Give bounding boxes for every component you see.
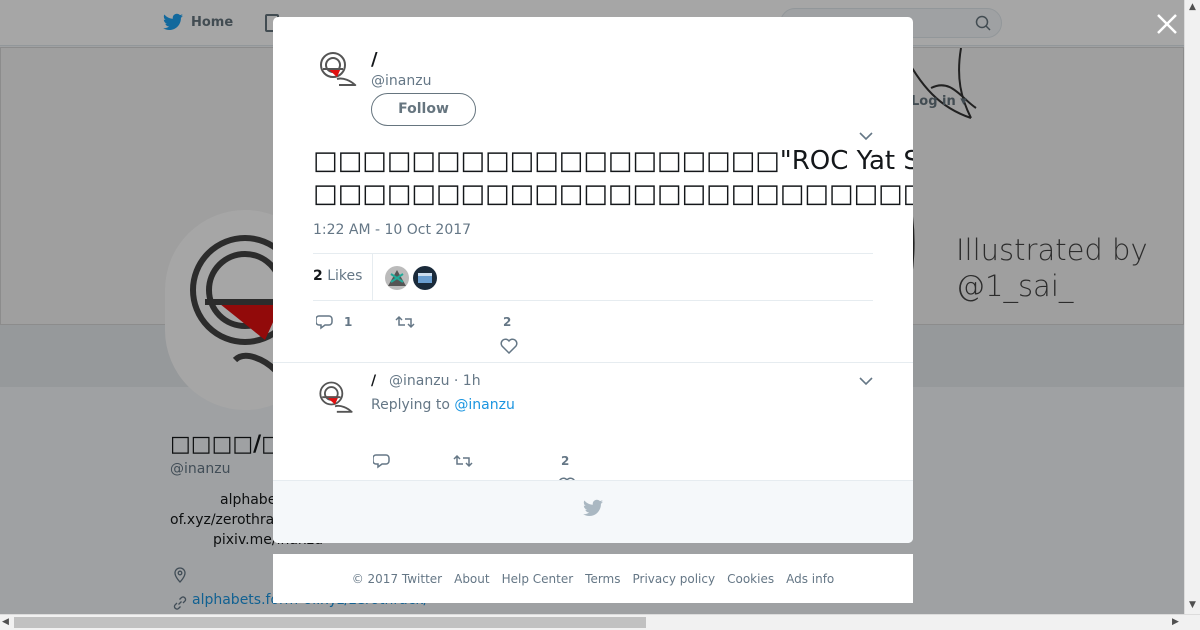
reply-icon[interactable]: [316, 314, 334, 330]
reply-like-count: 2: [561, 454, 570, 468]
horizontal-scrollbar[interactable]: ◀ ▶: [0, 614, 1200, 630]
reply-count: 1: [344, 315, 353, 329]
author-avatar[interactable]: [313, 47, 361, 95]
reply-divider: [273, 362, 913, 363]
footer-link-terms[interactable]: Terms: [585, 572, 620, 586]
follow-button[interactable]: Follow: [371, 93, 476, 126]
stats-divider: [372, 254, 373, 300]
author-handle[interactable]: @inanzu: [371, 73, 431, 89]
scroll-up-arrow-icon[interactable]: ▲: [1189, 2, 1196, 12]
scroll-left-arrow-icon[interactable]: ◀: [2, 617, 9, 627]
replying-handle-link[interactable]: @inanzu: [454, 397, 514, 413]
footer-copyright: © 2017 Twitter: [351, 571, 443, 586]
page-footer: © 2017 Twitter About Help Center Terms P…: [273, 554, 913, 603]
replying-prefix: Replying to: [371, 397, 450, 413]
reply-icon[interactable]: [373, 453, 391, 469]
footer-link-privacy[interactable]: Privacy policy: [633, 572, 716, 586]
tweet-stats: 2 Likes: [313, 253, 873, 301]
liker-avatar[interactable]: [413, 266, 437, 290]
retweet-icon[interactable]: [395, 314, 415, 330]
tweet-text-line2: □□□□□□□□□□□□□□□□□□□□□□□□□□□□□□□□: [313, 179, 913, 209]
likes-stat[interactable]: 2 Likes: [313, 268, 362, 284]
tweet-modal: / @inanzu Follow □□□□□□□□□□□□□□□□□□□"ROC…: [273, 17, 913, 543]
replying-to: Replying to @inanzu: [371, 397, 515, 413]
likes-label: Likes: [327, 268, 363, 284]
vertical-scrollbar[interactable]: ▲ ▼: [1184, 0, 1200, 614]
horizontal-scrollbar-thumb[interactable]: [14, 617, 646, 628]
liker-avatar[interactable]: [385, 266, 409, 290]
reply-author-meta[interactable]: @inanzu · 1h: [389, 373, 481, 389]
tweet-text-line1: □□□□□□□□□□□□□□□□□□□"ROC Yat Sen"□□□□□□□□…: [313, 146, 913, 176]
scroll-down-arrow-icon[interactable]: ▼: [1189, 600, 1196, 610]
reply-author-name[interactable]: /: [371, 373, 376, 389]
likes-number: 2: [313, 268, 323, 284]
like-count: 2: [503, 315, 512, 329]
retweet-icon[interactable]: [453, 453, 473, 469]
footer-link-cookies[interactable]: Cookies: [727, 572, 774, 586]
scroll-right-arrow-icon[interactable]: ▶: [1172, 617, 1179, 627]
twitter-bird-icon: [583, 499, 603, 516]
close-icon[interactable]: [1154, 11, 1180, 37]
footer-link-ads-info[interactable]: Ads info: [786, 572, 834, 586]
footer-link-about[interactable]: About: [454, 572, 489, 586]
reply-author-avatar[interactable]: [313, 377, 357, 421]
footer-link-help-center[interactable]: Help Center: [502, 572, 574, 586]
chevron-down-icon[interactable]: [859, 376, 873, 386]
tweet-text: □□□□□□□□□□□□□□□□□□□"ROC Yat Sen"□□□□□□□□…: [313, 145, 913, 211]
chevron-down-icon[interactable]: [859, 131, 873, 141]
heart-icon[interactable]: [500, 338, 518, 354]
modal-footer: [273, 480, 913, 543]
author-name[interactable]: /: [371, 49, 378, 70]
tweet-timestamp[interactable]: 1:22 AM - 10 Oct 2017: [313, 222, 471, 238]
